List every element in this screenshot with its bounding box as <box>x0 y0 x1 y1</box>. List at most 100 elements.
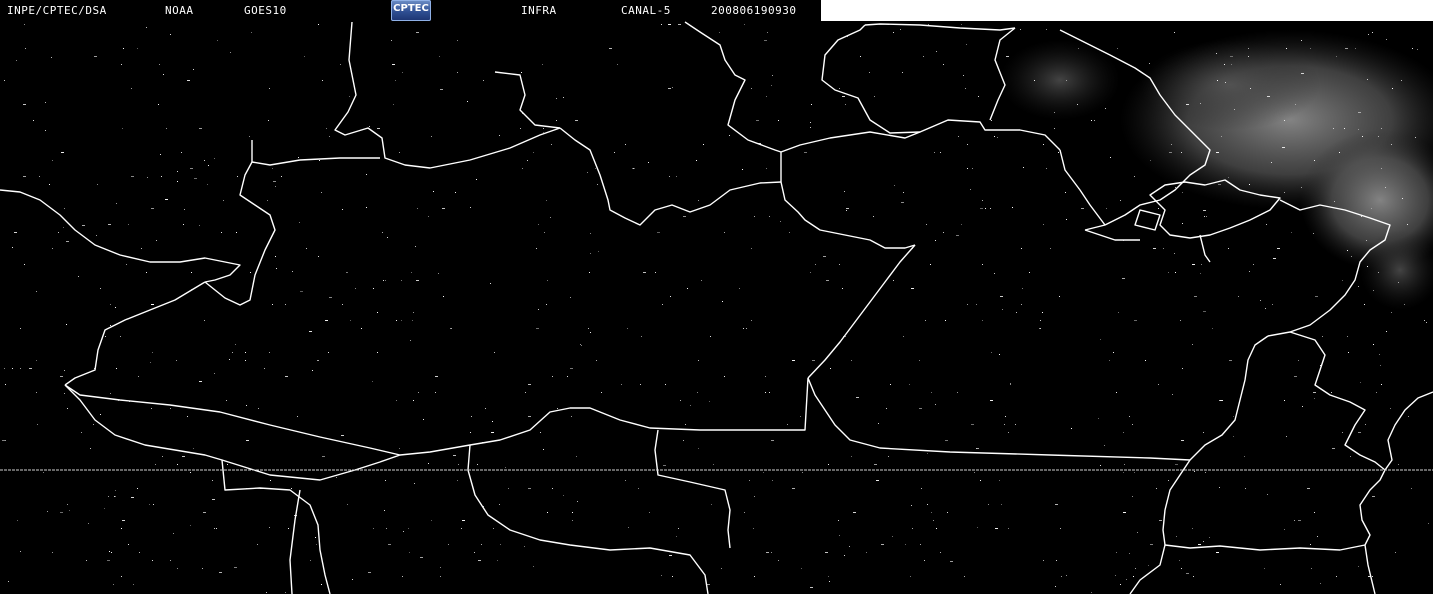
noise-dot <box>1112 56 1113 57</box>
noise-dot <box>540 432 541 433</box>
noise-dot <box>366 174 367 175</box>
noise-dot <box>921 488 922 489</box>
noise-dot <box>183 224 184 225</box>
noise-dot <box>499 504 500 505</box>
noise-dot <box>442 208 445 209</box>
noise-dot <box>1029 272 1030 273</box>
noise-dot <box>744 24 745 25</box>
noise-dot <box>753 528 754 529</box>
noise-dot <box>137 488 138 489</box>
noise-dot <box>1134 176 1135 177</box>
noise-dot <box>522 113 523 114</box>
noise-dot <box>116 368 117 369</box>
noise-dot <box>1046 29 1047 30</box>
noise-dot <box>1200 273 1201 274</box>
noise-dot <box>1020 29 1021 30</box>
noise-dot <box>177 181 178 182</box>
noise-dot <box>361 328 362 329</box>
noise-dot <box>291 488 292 489</box>
noise-dot <box>935 240 936 241</box>
noise-dot <box>245 352 246 353</box>
noise-dot <box>149 504 150 505</box>
noise-dot <box>162 456 163 457</box>
noise-dot <box>1282 147 1285 148</box>
noise-dot <box>988 504 989 505</box>
noise-dot <box>1168 272 1169 273</box>
noise-dot <box>401 320 402 321</box>
noise-dot <box>177 171 178 172</box>
noise-dot <box>1249 184 1250 185</box>
noise-dot <box>1411 488 1412 489</box>
noise-dot <box>669 176 670 177</box>
noise-dot <box>393 104 394 105</box>
noise-dot <box>538 309 539 310</box>
noise-dot <box>1402 198 1403 199</box>
noise-dot <box>1203 210 1206 211</box>
noise-dot <box>744 512 745 513</box>
noise-dot <box>1225 82 1226 83</box>
noise-dot <box>431 136 432 137</box>
noise-dot <box>1034 80 1035 81</box>
noise-dot <box>78 276 79 277</box>
noise-dot <box>237 176 238 177</box>
noise-dot <box>477 464 478 465</box>
noise-dot <box>1005 416 1006 417</box>
noise-dot <box>739 288 740 289</box>
noise-dot <box>978 96 979 97</box>
noise-dot <box>1021 304 1022 305</box>
noise-dot <box>1010 383 1011 384</box>
noise-dot <box>876 480 879 481</box>
noise-dot <box>1314 512 1315 513</box>
noise-dot <box>1203 311 1206 312</box>
noise-dot <box>416 280 419 281</box>
noise-dot <box>977 527 978 528</box>
noise-dot <box>625 480 626 481</box>
noise-dot <box>823 256 826 257</box>
noise-dot <box>1205 472 1206 473</box>
noise-dot <box>956 235 959 236</box>
noise-dot <box>1298 520 1301 521</box>
noise-dot <box>105 336 106 337</box>
noise-dot <box>1150 544 1153 545</box>
noise-dot <box>90 448 91 449</box>
noise-dot <box>1001 504 1002 505</box>
noise-dot <box>943 64 944 65</box>
noise-dot <box>184 209 185 210</box>
noise-dot <box>226 400 227 401</box>
noise-dot <box>202 568 203 569</box>
noise-dot <box>844 555 845 556</box>
noise-dot <box>173 533 174 534</box>
noise-dot <box>609 48 612 49</box>
noise-dot <box>492 421 493 422</box>
noise-dot <box>1302 406 1303 407</box>
noise-dot <box>1000 296 1003 297</box>
noise-dot <box>703 144 704 145</box>
noise-dot <box>901 202 904 203</box>
noise-dot <box>1334 201 1335 202</box>
noise-dot <box>1220 400 1223 401</box>
noise-dot <box>976 448 977 449</box>
noise-dot <box>1212 328 1213 329</box>
noise-dot <box>23 176 26 177</box>
noise-dot <box>991 120 992 121</box>
noise-dot <box>982 200 983 201</box>
noise-dot <box>991 352 992 353</box>
noise-dot <box>572 512 573 513</box>
noise-dot <box>538 224 539 225</box>
noise-dot <box>108 224 111 225</box>
noise-dot <box>462 520 465 521</box>
noise-dot <box>12 368 13 369</box>
noise-dot <box>1219 487 1220 488</box>
noise-dot <box>536 328 539 329</box>
noise-dot <box>1336 56 1337 57</box>
noise-dot <box>1120 200 1121 201</box>
noise-dot <box>177 568 178 569</box>
noise-dot <box>1192 264 1195 265</box>
noise-dot <box>1408 416 1409 417</box>
noise-dot <box>88 523 89 524</box>
noise-dot <box>1333 128 1334 129</box>
noise-dot <box>1153 248 1156 249</box>
noise-dot <box>1123 432 1124 433</box>
noise-dot <box>396 320 397 321</box>
noise-dot <box>110 304 111 305</box>
